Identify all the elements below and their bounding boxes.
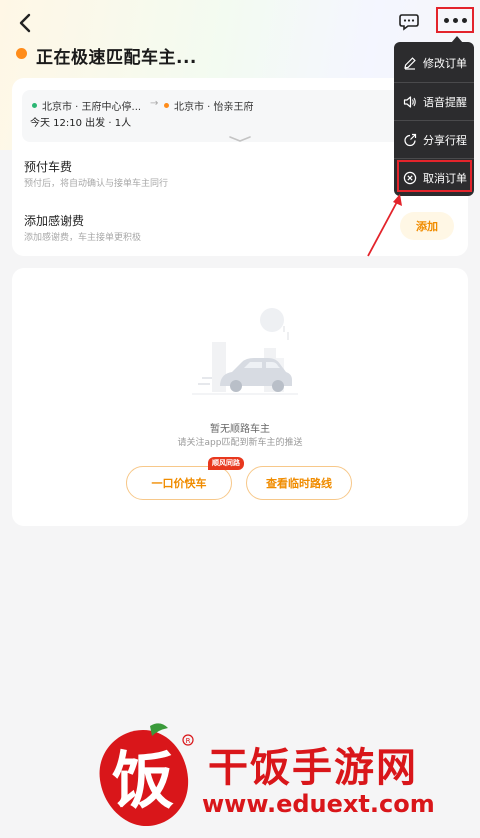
watermark-logo: 饭 R [99,723,194,826]
destination-label: 北京市 · 怡亲王府 [174,102,254,113]
page-title: 正在极速匹配车主... [36,48,197,68]
svg-text:饭: 饭 [112,744,174,817]
trip-info: 今天 12:10 出发 · 1人 [30,118,132,129]
promo-badge: 顺风同路 [208,457,244,470]
chat-bubble-icon [399,14,419,31]
destination-dot-icon [164,103,169,108]
share-icon [404,133,417,146]
cancel-highlight-box [397,160,472,192]
empty-car-illustration [192,308,298,395]
menu-item-share-trip[interactable]: 分享行程 [394,120,474,158]
pencil-icon [404,57,416,70]
prepay-title[interactable]: 预付车费 [24,158,72,175]
empty-state-subtitle: 请关注app匹配到新车主的推送 [177,438,303,448]
expand-button[interactable] [228,128,252,147]
origin-dot-icon [32,103,37,108]
chevron-down-icon [229,136,251,142]
chevron-left-icon [19,13,31,33]
route-destination: 北京市 · 怡亲王府 [164,98,254,113]
arrow-right-icon: → [150,98,159,109]
view-temporary-route-button[interactable]: 查看临时路线 [246,466,352,500]
menu-item-label: 语音提醒 [423,95,467,109]
status-indicator-dot [16,48,27,59]
menu-item-edit-order[interactable]: 修改订单 [394,44,474,82]
watermark-url: www.eduext.com [202,790,435,818]
menu-item-label: 修改订单 [423,57,467,70]
menu-item-voice-reminder[interactable]: 语音提醒 [394,82,474,120]
thanks-fee-subtitle: 添加感谢费，车主接单更积极 [24,233,142,243]
annotation-arrow-icon [367,194,402,257]
back-button[interactable] [12,10,38,36]
fixed-price-express-button[interactable]: 一口价快车 [126,466,232,500]
watermark-title: 干饭手游网 [208,745,418,791]
speaker-icon [403,95,416,108]
svg-text:R: R [186,737,191,745]
route-origin: 北京市 · 王府中心停... [32,98,141,113]
empty-state-title: 暂无顺路车主 [210,424,270,435]
prepay-subtitle: 预付后，将自动确认与接单车主同行 [24,179,169,189]
menu-item-label: 分享行程 [423,133,467,147]
more-dot [461,17,467,23]
origin-label: 北京市 · 王府中心停... [42,102,142,113]
more-dot [452,17,458,23]
empty-state-card: 暂无顺路车主 请关注app匹配到新车主的推送 一口价快车 查看临时路线 顺风同路 [12,268,468,526]
more-dot [443,17,449,23]
more-options-button[interactable] [436,7,474,33]
message-button[interactable] [396,9,422,35]
thanks-fee-title: 添加感谢费 [24,214,85,228]
